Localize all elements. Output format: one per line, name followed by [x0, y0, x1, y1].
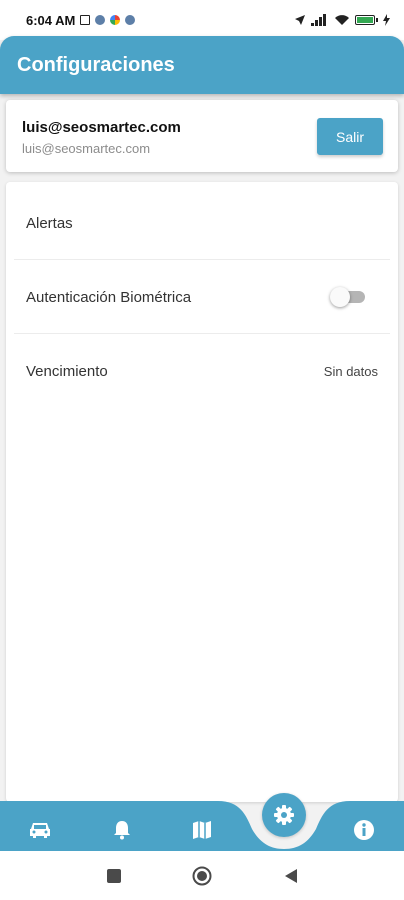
- map-icon: [193, 821, 211, 839]
- signal-icon: [311, 14, 326, 26]
- system-nav-bar: [0, 851, 404, 900]
- biometric-toggle[interactable]: [330, 287, 366, 307]
- expiry-value: Sin datos: [323, 363, 378, 379]
- bottom-nav: [0, 785, 404, 851]
- back-button[interactable]: [279, 864, 303, 888]
- status-time: 6:04 AM: [26, 12, 76, 28]
- wifi-icon: [335, 15, 349, 25]
- settings-list: Alertas Autenticación Biométrica Vencimi…: [6, 182, 398, 802]
- nav-map[interactable]: [182, 810, 222, 850]
- back-triangle-icon: [285, 869, 297, 883]
- nav-settings[interactable]: [262, 793, 306, 837]
- settings-row-biometric: Autenticación Biométrica: [6, 260, 398, 334]
- account-email: luis@seosmartec.com: [22, 141, 151, 156]
- square-icon: [107, 869, 121, 883]
- app-notification-icon: [125, 15, 136, 25]
- chrome-notification-icon: [110, 15, 121, 25]
- logout-button[interactable]: Salir: [317, 118, 383, 155]
- recents-button[interactable]: [102, 864, 126, 888]
- nav-info[interactable]: [344, 810, 384, 850]
- page-title: Configuraciones: [17, 53, 175, 76]
- settings-row-alerts[interactable]: Alertas: [6, 186, 398, 260]
- location-icon: [295, 15, 305, 25]
- charging-icon: [383, 14, 390, 26]
- car-icon: [30, 823, 50, 838]
- app-bar: Configuraciones: [0, 36, 404, 94]
- notification-icon: [80, 15, 91, 25]
- app-notification-icon: [95, 15, 106, 25]
- nav-vehicles[interactable]: [20, 810, 60, 850]
- account-name: luis@seosmartec.com: [22, 119, 181, 136]
- circle-icon: [192, 866, 212, 886]
- expiry-label: Vencimiento: [26, 362, 108, 380]
- nav-alerts[interactable]: [102, 810, 142, 850]
- info-icon: [354, 820, 374, 840]
- alerts-label: Alertas: [26, 214, 73, 232]
- battery-icon: [355, 15, 378, 25]
- settings-row-expiry: Vencimiento Sin datos: [6, 334, 398, 408]
- status-bar: 6:04 AM: [0, 0, 404, 40]
- bell-icon: [114, 821, 130, 840]
- home-button[interactable]: [190, 864, 214, 888]
- biometric-label: Autenticación Biométrica: [26, 288, 192, 306]
- gear-icon: [274, 805, 294, 825]
- account-card: luis@seosmartec.com luis@seosmartec.com …: [6, 100, 398, 172]
